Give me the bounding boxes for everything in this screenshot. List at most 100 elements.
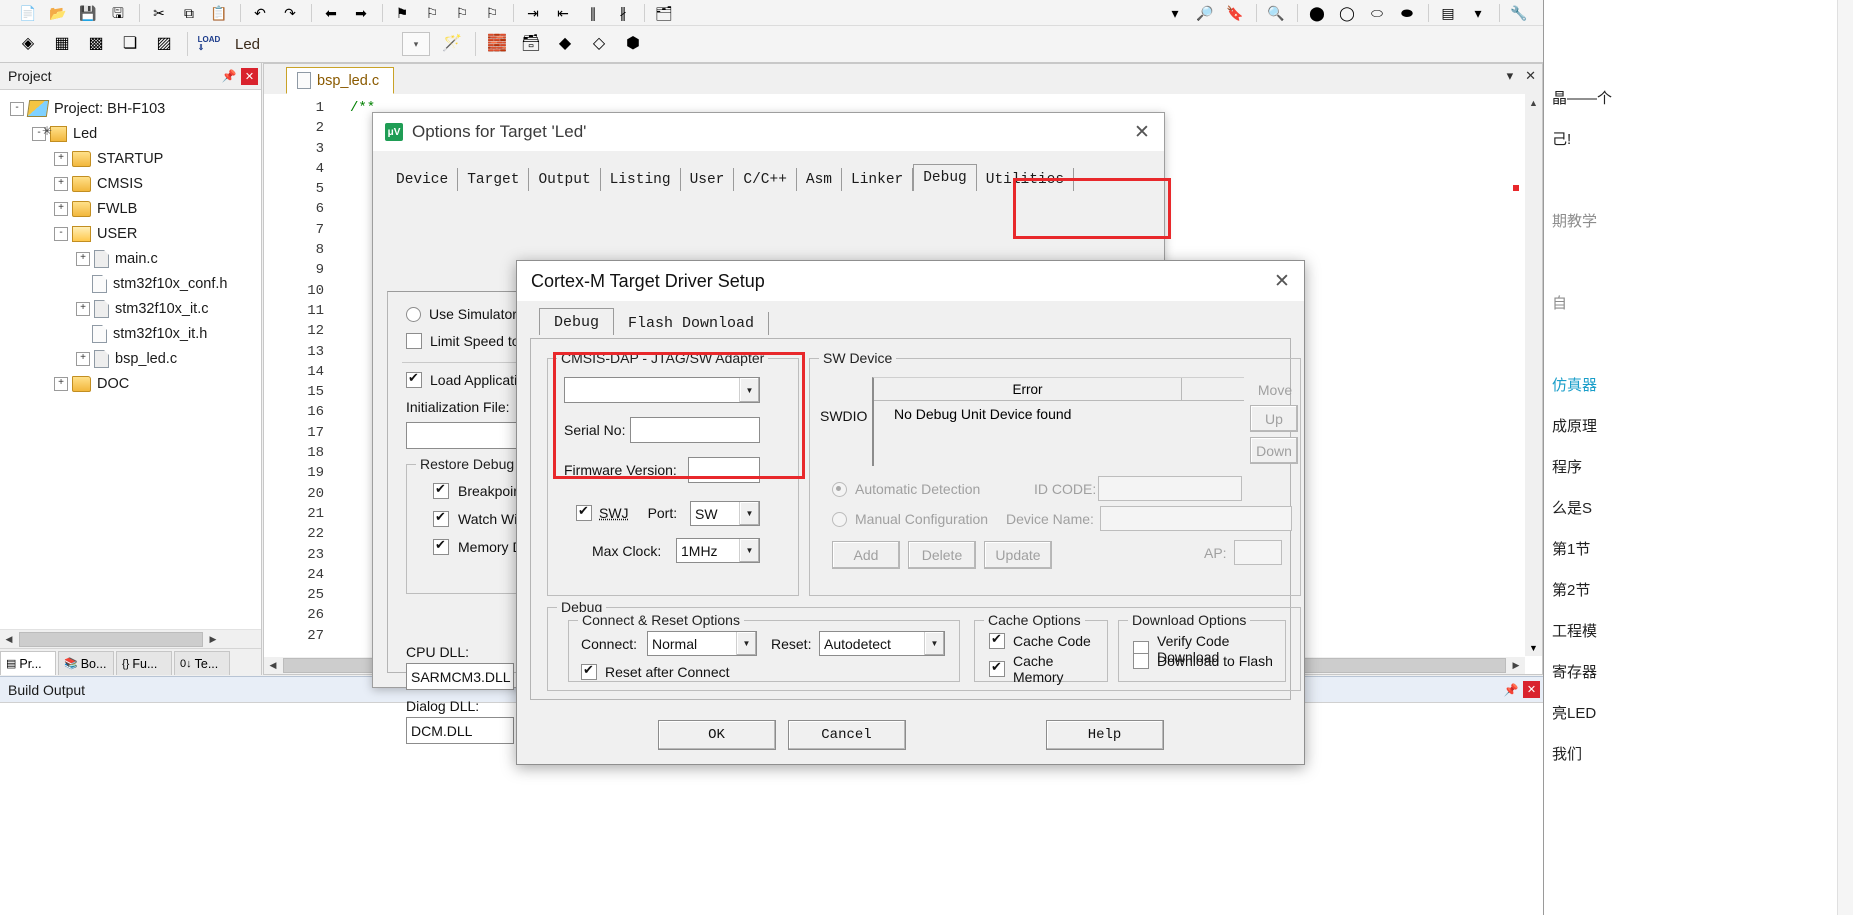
options-tab-asm[interactable]: Asm (797, 168, 842, 191)
serial-no-input[interactable] (630, 417, 760, 443)
reset-combobox[interactable]: Autodetect ▼ (819, 631, 945, 656)
ap-input[interactable] (1234, 540, 1282, 565)
manage-project-items-icon[interactable]: 🧱 (481, 29, 513, 59)
cancel-button[interactable]: Cancel (788, 720, 906, 750)
uncomment-icon[interactable]: ∦ (609, 1, 637, 25)
options-tab-target[interactable]: Target (458, 168, 529, 191)
use-simulator-radio[interactable] (406, 307, 421, 322)
project-panel-tabs[interactable]: ▤Pr...📚Bo...{}Fu...0↓Te... (0, 648, 261, 675)
right-pane-line[interactable]: 仿真器 (1544, 365, 1853, 406)
tree-item-led[interactable]: -Led (0, 121, 261, 146)
download-icon[interactable]: LOAD⇓ (193, 29, 225, 59)
bookmark-next-icon[interactable]: ⚐ (448, 1, 476, 25)
build-icon[interactable]: ▦ (46, 29, 78, 59)
chevron-down-icon[interactable]: ▼ (739, 539, 759, 562)
swj-row[interactable]: SWJ Port: (576, 505, 677, 521)
chevron-down-icon[interactable]: ▼ (739, 378, 759, 402)
right-pane-scrollbar[interactable] (1837, 0, 1853, 915)
document-tab-bsp-led[interactable]: bsp_led.c (286, 67, 394, 94)
cpu-dll-input[interactable]: SARMCM3.DLL (406, 663, 514, 690)
tree-item-cmsis[interactable]: +CMSIS (0, 171, 261, 196)
target-selector-dropdown-icon[interactable]: ▾ (402, 32, 430, 56)
project-tree[interactable]: -Project: BH-F103-Led+STARTUP+CMSIS+FWLB… (0, 90, 261, 627)
options-tab-c-c++[interactable]: C/C++ (734, 168, 797, 191)
fold-rail[interactable] (330, 94, 350, 674)
options-dialog-close-button[interactable]: ✕ (1120, 114, 1164, 150)
tree-item-project-bh-f103[interactable]: -Project: BH-F103 (0, 96, 261, 121)
pack-manage-icon[interactable]: ⬢ (617, 29, 649, 59)
bookmark-clear-icon[interactable]: ⚐ (478, 1, 506, 25)
port-combobox[interactable]: SW ▼ (690, 501, 760, 526)
undo-icon[interactable]: ↶ (246, 1, 274, 25)
bookmark-blue-icon[interactable]: 🔖 (1221, 1, 1249, 25)
tree-item-main-c[interactable]: +main.c (0, 246, 261, 271)
build-output-close-icon[interactable]: ✕ (1523, 681, 1540, 698)
editor-vscrollbar[interactable]: ▲ ▼ (1525, 94, 1542, 656)
find-in-files-icon[interactable]: 🔎 (1191, 1, 1219, 25)
automatic-detection-row[interactable]: Automatic Detection (832, 481, 980, 497)
expand-icon[interactable]: + (54, 377, 68, 391)
right-pane-line[interactable]: 么是S (1544, 488, 1853, 529)
down-button[interactable]: Down (1250, 437, 1298, 464)
scroll-up-icon[interactable]: ▲ (1525, 94, 1542, 111)
download-to-flash-checkbox[interactable] (1133, 653, 1149, 669)
swj-checkbox[interactable] (576, 505, 592, 521)
cache-code-checkbox[interactable] (989, 633, 1005, 649)
windows-dropdown-icon[interactable]: ▾ (1464, 1, 1492, 25)
cut-icon[interactable]: ✂ (145, 1, 173, 25)
rebuild-icon[interactable]: ▩ (80, 29, 112, 59)
breakpoint-kill-icon[interactable]: ⬭ (1363, 1, 1391, 25)
options-tab-listing[interactable]: Listing (601, 168, 681, 191)
collapse-icon[interactable]: - (54, 227, 68, 241)
help-button[interactable]: Help (1046, 720, 1164, 750)
manage-multi-project-icon[interactable]: 🗃 (515, 29, 547, 59)
indent-icon[interactable]: ⇥ (519, 1, 547, 25)
manual-configuration-row[interactable]: Manual Configuration (832, 511, 988, 527)
magnifier-icon[interactable]: 🔍 (1262, 1, 1290, 25)
ok-button[interactable]: OK (658, 720, 776, 750)
right-pane-line[interactable]: 我们 (1544, 734, 1853, 775)
chevron-down-icon[interactable]: ▼ (736, 632, 756, 655)
restore-item-checkbox[interactable] (433, 511, 449, 527)
max-clock-combobox[interactable]: 1MHz ▼ (676, 538, 760, 563)
cortex-dialog-close-button[interactable]: ✕ (1260, 263, 1304, 299)
open-file-icon[interactable]: 📂 (44, 1, 72, 25)
expand-icon[interactable]: + (54, 152, 68, 166)
restore-item-checkbox[interactable] (433, 483, 449, 499)
right-pane-line[interactable] (1544, 160, 1853, 201)
copy-icon[interactable]: ⧉ (175, 1, 203, 25)
target-selector-value[interactable]: Led (227, 33, 402, 55)
redo-icon[interactable]: ↷ (276, 1, 304, 25)
chevron-down-icon[interactable]: ▼ (924, 632, 944, 655)
update-button[interactable]: Update (984, 541, 1052, 569)
configure-icon[interactable]: 🔧 (1505, 1, 1533, 25)
breakpoint-disable-icon[interactable]: ◯ (1333, 1, 1361, 25)
project-tree-hscrollbar[interactable]: ◀ ▶ (0, 629, 261, 649)
cortex-tab-debug[interactable]: Debug (539, 308, 614, 335)
pin-icon[interactable]: 📌 (220, 67, 238, 85)
cache-memory-checkbox[interactable] (989, 661, 1005, 677)
navigate-back-icon[interactable]: ⬅ (317, 1, 345, 25)
dialog-dll-input[interactable]: DCM.DLL (406, 717, 514, 744)
right-pane-line[interactable] (1544, 242, 1853, 283)
scroll-thumb[interactable] (19, 632, 203, 647)
expand-icon[interactable]: + (76, 252, 90, 266)
bookmark-toggle-icon[interactable]: ⚑ (388, 1, 416, 25)
bookmark-prev-icon[interactable]: ⚐ (418, 1, 446, 25)
right-pane-line[interactable]: 第1节 (1544, 529, 1853, 570)
breakpoint-icon[interactable]: ⬤ (1303, 1, 1331, 25)
add-button[interactable]: Add (832, 541, 900, 569)
options-tab-user[interactable]: User (681, 168, 735, 191)
tree-item-stm32f10x-it-c[interactable]: +stm32f10x_it.c (0, 296, 261, 321)
right-pane-line[interactable]: 自 (1544, 283, 1853, 324)
manage-windows-icon[interactable]: ▤ (1434, 1, 1462, 25)
scroll-down-icon[interactable]: ▼ (1525, 639, 1542, 656)
cortex-tab-flash-download[interactable]: Flash Download (614, 312, 769, 335)
options-tab-device[interactable]: Device (387, 168, 458, 191)
expand-icon[interactable]: + (54, 202, 68, 216)
reset-after-connect-checkbox[interactable] (581, 664, 597, 680)
dropdown-arrow-icon[interactable]: ▾ (1161, 1, 1189, 25)
cache-code-row[interactable]: Cache Code (989, 633, 1091, 649)
scroll-right-icon-2[interactable]: ▶ (1507, 657, 1525, 674)
new-file-icon[interactable]: 📄 (14, 1, 42, 25)
